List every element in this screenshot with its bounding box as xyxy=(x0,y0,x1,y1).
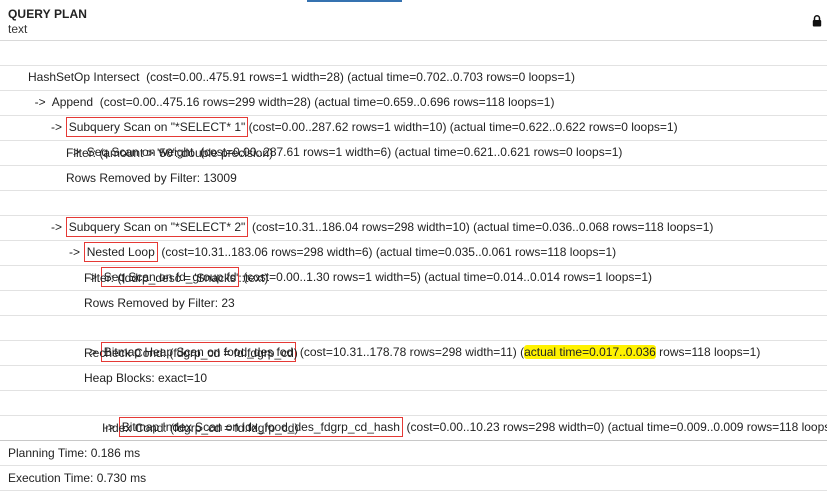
table-row[interactable]: Filter: (fddrp_desc = 'Snacks'::text) xyxy=(0,266,827,291)
execution-time: Execution Time: 0.730 ms xyxy=(8,471,147,485)
table-row[interactable]: -> Seq Scan on weight (cost=0.00..287.61… xyxy=(0,116,827,159)
column-name: QUERY PLAN xyxy=(8,7,88,21)
column-header[interactable]: QUERY PLAN text xyxy=(0,0,827,41)
table-row[interactable]: -> Subquery Scan on "*SELECT* 2" (cost=1… xyxy=(0,191,827,237)
table-row[interactable]: Execution Time: 0.730 ms xyxy=(0,466,827,491)
lock-icon xyxy=(812,15,822,27)
plan-line: Index Cond: (fdgrp_cd = fd.fdgrp_cd) xyxy=(102,421,299,435)
table-row[interactable]: Rows Removed by Filter: 13009 xyxy=(0,166,827,191)
table-row[interactable]: Rows Removed by Filter: 23 xyxy=(0,291,827,316)
table-row[interactable]: -> Seq Scan on fd_group fd (cost=0.00..1… xyxy=(0,241,827,287)
plan-line: Filter: (fddrp_desc = 'Snacks'::text) xyxy=(84,271,269,285)
plan-line: Heap Blocks: exact=10 xyxy=(84,371,208,385)
table-row[interactable]: -> Nested Loop (cost=10.31..183.06 rows=… xyxy=(0,216,827,262)
table-row[interactable]: Heap Blocks: exact=10 xyxy=(0,366,827,391)
table-row[interactable]: Filter: (amount > '50'::double precision… xyxy=(0,141,827,166)
table-row[interactable]: Planning Time: 0.186 ms xyxy=(0,441,827,466)
column-type: text xyxy=(8,22,28,36)
table-row[interactable]: -> Bitmap Index Scan on idx_food_des_fdg… xyxy=(0,391,827,437)
table-row[interactable]: Index Cond: (fdgrp_cd = fd.fdgrp_cd) xyxy=(0,416,827,441)
table-row[interactable]: -> Bitmap Heap Scan on food_des fod (cos… xyxy=(0,316,827,362)
planning-time: Planning Time: 0.186 ms xyxy=(8,446,141,460)
table-row[interactable]: -> Append (cost=0.00..475.16 rows=299 wi… xyxy=(0,66,827,109)
plan-line: Rows Removed by Filter: 23 xyxy=(84,296,235,310)
plan-line: Recheck Cond: (fdgrp_cd = fd.fdgrp_cd) xyxy=(84,346,298,360)
plan-line: Rows Removed by Filter: 13009 xyxy=(66,171,237,185)
table-row[interactable]: -> Subquery Scan on "*SELECT* 1" (cost=0… xyxy=(0,91,827,137)
table-row[interactable]: Recheck Cond: (fdgrp_cd = fd.fdgrp_cd) xyxy=(0,341,827,366)
plan-line: Filter: (amount > '50'::double precision… xyxy=(66,146,274,160)
query-plan-rows: HashSetOp Intersect (cost=0.00..475.91 r… xyxy=(0,41,827,491)
table-row[interactable]: HashSetOp Intersect (cost=0.00..475.91 r… xyxy=(0,41,827,84)
